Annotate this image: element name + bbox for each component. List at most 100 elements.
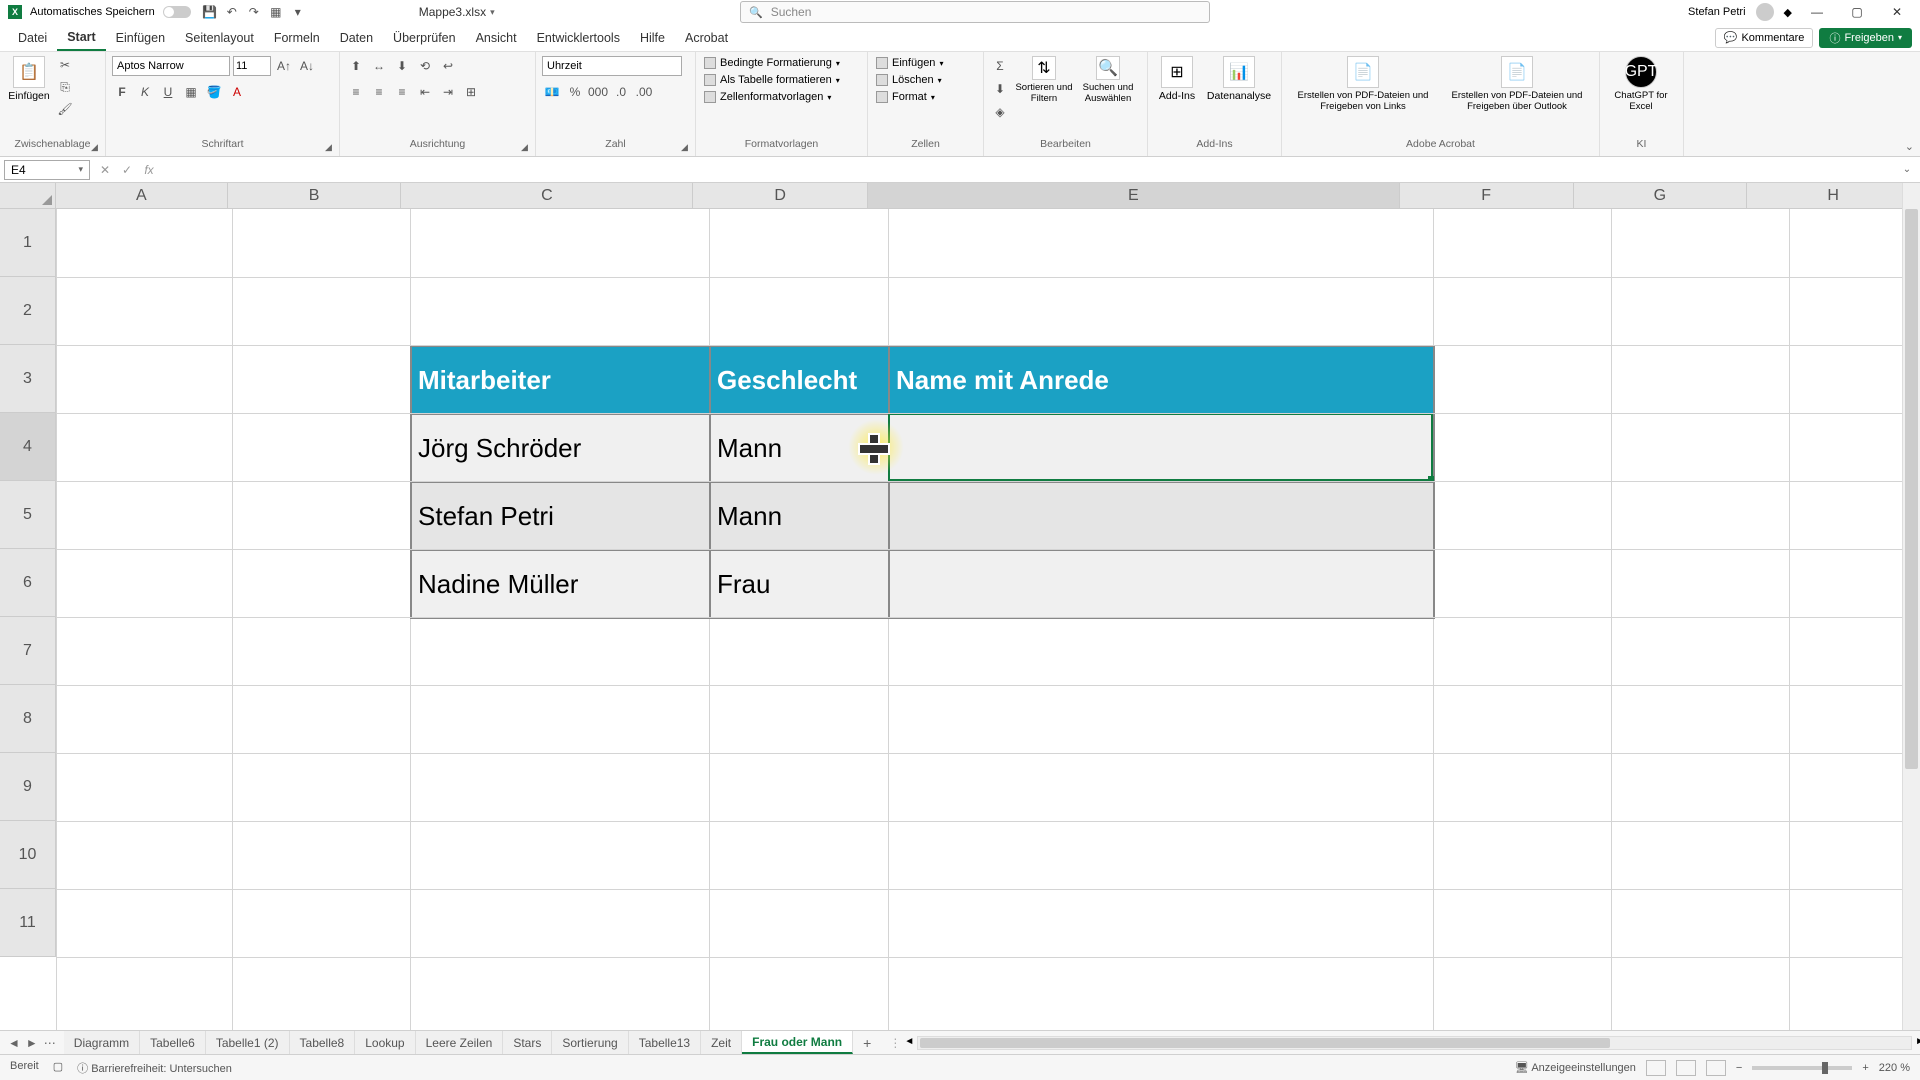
row-header-8[interactable]: 8 bbox=[0, 685, 56, 753]
horizontal-scrollbar[interactable]: ◄ ► bbox=[917, 1036, 1912, 1050]
ribbon-tab-daten[interactable]: Daten bbox=[330, 24, 383, 51]
ribbon-tab-ansicht[interactable]: Ansicht bbox=[466, 24, 527, 51]
col-header-B[interactable]: B bbox=[228, 183, 402, 209]
italic-icon[interactable]: K bbox=[135, 82, 155, 102]
ribbon-tab-formeln[interactable]: Formeln bbox=[264, 24, 330, 51]
col-header-D[interactable]: D bbox=[693, 183, 868, 209]
hscroll-right-icon[interactable]: ► bbox=[1915, 1036, 1920, 1047]
fx-icon[interactable]: fx bbox=[140, 160, 158, 180]
display-settings-button[interactable]: 🖥 Anzeigeeinstellungen bbox=[1515, 1061, 1636, 1074]
camera-icon[interactable]: ▦ bbox=[268, 4, 284, 20]
table-cell[interactable]: Frau bbox=[710, 550, 889, 618]
comments-button[interactable]: 💬 Kommentare bbox=[1715, 28, 1814, 48]
number-format-select[interactable] bbox=[542, 56, 682, 76]
clear-icon[interactable]: ◈ bbox=[990, 102, 1010, 122]
align-left-icon[interactable]: ≡ bbox=[346, 82, 366, 102]
enter-formula-icon[interactable]: ✓ bbox=[118, 160, 136, 180]
add-sheet-button[interactable]: + bbox=[853, 1035, 881, 1051]
search-input[interactable]: 🔍 Suchen bbox=[740, 1, 1210, 23]
pdf-outlook-button[interactable]: 📄 Erstellen von PDF-Dateien und Freigebe… bbox=[1442, 56, 1592, 112]
formula-input[interactable] bbox=[164, 160, 1898, 180]
normal-view-icon[interactable] bbox=[1646, 1060, 1666, 1076]
zoom-out-icon[interactable]: − bbox=[1736, 1062, 1742, 1074]
ribbon-tab-datei[interactable]: Datei bbox=[8, 24, 57, 51]
merge-icon[interactable]: ⊞ bbox=[461, 82, 481, 102]
row-header-1[interactable]: 1 bbox=[0, 209, 56, 277]
increase-decimal-icon[interactable]: .00 bbox=[634, 82, 654, 102]
col-header-F[interactable]: F bbox=[1400, 183, 1574, 209]
table-cell[interactable]: Mann bbox=[710, 414, 889, 482]
qat-customize-icon[interactable]: ▾ bbox=[290, 4, 306, 20]
macro-record-icon[interactable]: ▢ bbox=[53, 1060, 63, 1076]
row-header-7[interactable]: 7 bbox=[0, 617, 56, 685]
table-cell[interactable]: Mann bbox=[710, 482, 889, 550]
sheet-nav-more-icon[interactable]: ⋯ bbox=[44, 1036, 56, 1050]
zoom-slider[interactable] bbox=[1752, 1066, 1852, 1070]
row-header-2[interactable]: 2 bbox=[0, 277, 56, 345]
hscroll-left-icon[interactable]: ◄ bbox=[904, 1036, 914, 1047]
col-header-A[interactable]: A bbox=[56, 183, 228, 209]
paste-button[interactable]: 📋 Einfügen bbox=[6, 56, 52, 102]
align-bottom-icon[interactable]: ⬇ bbox=[392, 56, 412, 76]
sheet-tab[interactable]: Tabelle1 (2) bbox=[206, 1031, 290, 1054]
cell-styles-button[interactable]: Zellenformatvorlagen▾ bbox=[702, 90, 833, 104]
font-size-select[interactable] bbox=[233, 56, 271, 76]
sheet-tab[interactable]: Diagramm bbox=[64, 1031, 140, 1054]
save-icon[interactable]: 💾 bbox=[202, 4, 218, 20]
ribbon-tab-überprüfen[interactable]: Überprüfen bbox=[383, 24, 466, 51]
zoom-in-icon[interactable]: + bbox=[1862, 1062, 1868, 1074]
sheet-tab[interactable]: Lookup bbox=[355, 1031, 415, 1054]
accessibility-status[interactable]: ⓘ Barrierefreiheit: Untersuchen bbox=[77, 1060, 232, 1076]
minimize-button[interactable]: — bbox=[1802, 5, 1832, 19]
vscroll-thumb[interactable] bbox=[1905, 209, 1918, 769]
expand-formula-bar-icon[interactable]: ⌄ bbox=[1898, 160, 1916, 180]
sheet-tab[interactable]: Sortierung bbox=[552, 1031, 628, 1054]
percent-icon[interactable]: % bbox=[565, 82, 585, 102]
ribbon-tab-start[interactable]: Start bbox=[57, 24, 105, 51]
align-center-icon[interactable]: ≡ bbox=[369, 82, 389, 102]
format-painter-icon[interactable]: 🖌 bbox=[56, 100, 74, 118]
redo-icon[interactable]: ↷ bbox=[246, 4, 262, 20]
sheet-nav-prev-icon[interactable]: ◄ bbox=[8, 1036, 20, 1050]
bold-icon[interactable]: F bbox=[112, 82, 132, 102]
table-cell[interactable]: Stefan Petri bbox=[411, 482, 710, 550]
name-box[interactable]: E4 ▾ bbox=[4, 160, 90, 180]
comma-icon[interactable]: 000 bbox=[588, 82, 608, 102]
user-name[interactable]: Stefan Petri bbox=[1688, 6, 1745, 18]
number-dialog-launcher[interactable]: ◢ bbox=[681, 142, 693, 154]
table-header[interactable]: Geschlecht bbox=[710, 346, 889, 414]
increase-font-icon[interactable]: A↑ bbox=[274, 56, 294, 76]
zoom-knob[interactable] bbox=[1822, 1062, 1828, 1074]
sheet-nav-next-icon[interactable]: ► bbox=[26, 1036, 38, 1050]
hscroll-thumb[interactable] bbox=[920, 1038, 1610, 1048]
table-cell[interactable]: Nadine Müller bbox=[411, 550, 710, 618]
row-header-6[interactable]: 6 bbox=[0, 549, 56, 617]
sheet-tab[interactable]: Tabelle6 bbox=[140, 1031, 206, 1054]
pdf-links-button[interactable]: 📄 Erstellen von PDF-Dateien und Freigebe… bbox=[1288, 56, 1438, 112]
fill-color-icon[interactable]: 🪣 bbox=[204, 82, 224, 102]
row-header-3[interactable]: 3 bbox=[0, 345, 56, 413]
table-cell[interactable]: Jörg Schröder bbox=[411, 414, 710, 482]
filename[interactable]: Mappe3.xlsx bbox=[419, 5, 486, 19]
align-top-icon[interactable]: ⬆ bbox=[346, 56, 366, 76]
row-header-9[interactable]: 9 bbox=[0, 753, 56, 821]
vertical-scrollbar[interactable] bbox=[1902, 183, 1920, 1030]
row-header-10[interactable]: 10 bbox=[0, 821, 56, 889]
addins-button[interactable]: ⊞ Add-Ins bbox=[1154, 56, 1200, 102]
table-header[interactable]: Name mit Anrede bbox=[889, 346, 1434, 414]
table-header[interactable]: Mitarbeiter bbox=[411, 346, 710, 414]
currency-icon[interactable]: 💶 bbox=[542, 82, 562, 102]
zoom-level[interactable]: 220 % bbox=[1879, 1062, 1910, 1074]
data-analysis-button[interactable]: 📊 Datenanalyse bbox=[1204, 56, 1274, 102]
sheet-tab[interactable]: Zeit bbox=[701, 1031, 742, 1054]
row-header-5[interactable]: 5 bbox=[0, 481, 56, 549]
underline-icon[interactable]: U bbox=[158, 82, 178, 102]
format-cells-button[interactable]: Format▾ bbox=[874, 90, 937, 104]
sheet-tab[interactable]: Tabelle13 bbox=[629, 1031, 701, 1054]
cancel-formula-icon[interactable]: ✕ bbox=[96, 160, 114, 180]
diamond-icon[interactable]: ◆ bbox=[1784, 6, 1792, 19]
select-all-button[interactable] bbox=[0, 183, 56, 209]
ribbon-tab-acrobat[interactable]: Acrobat bbox=[675, 24, 738, 51]
insert-cells-button[interactable]: Einfügen▾ bbox=[874, 56, 945, 70]
filename-dropdown-icon[interactable]: ▾ bbox=[490, 7, 495, 18]
